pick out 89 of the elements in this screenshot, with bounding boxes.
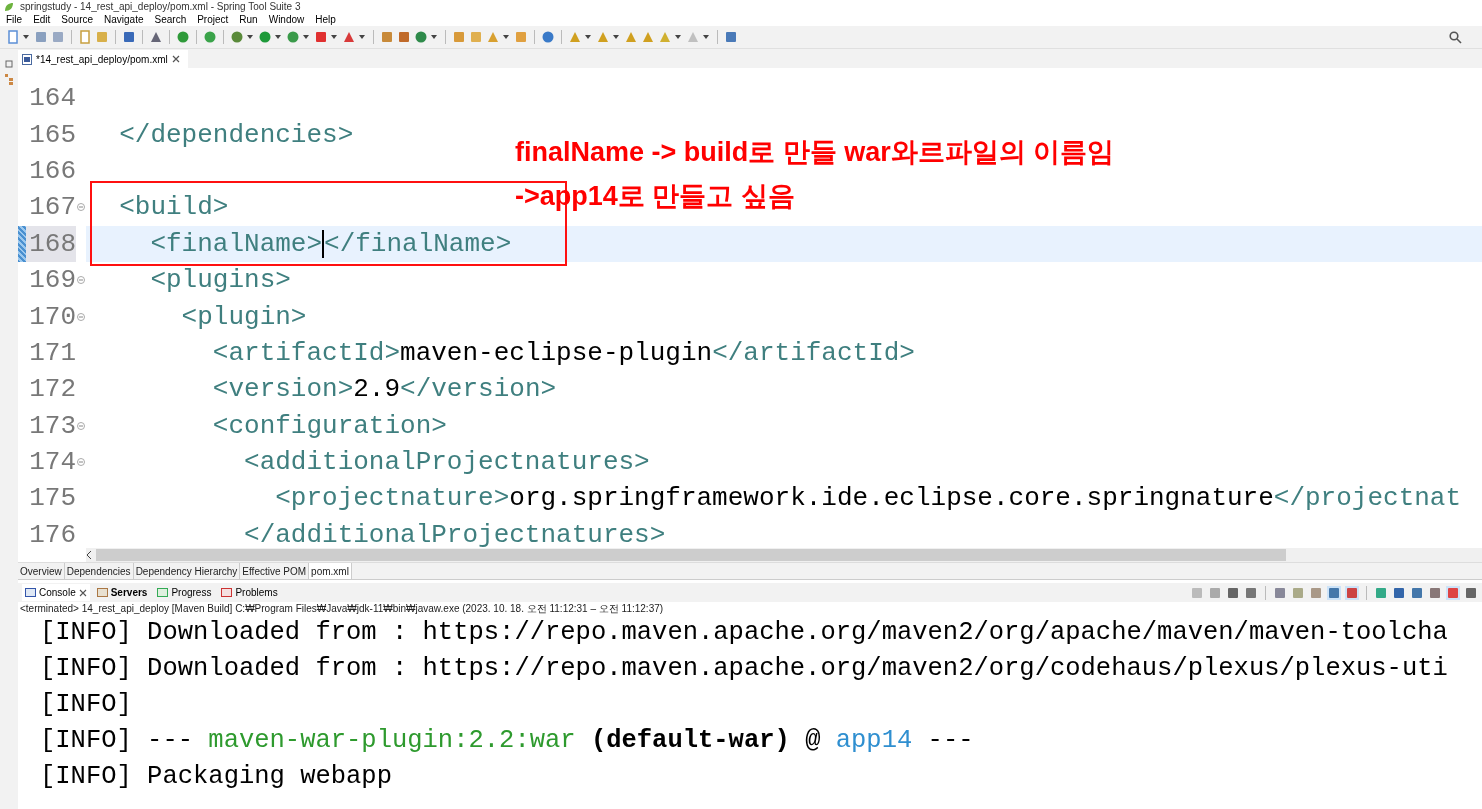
fold-icon[interactable]: [77, 276, 85, 285]
line-number: 170: [28, 300, 76, 334]
menu-item[interactable]: Edit: [33, 14, 51, 25]
code-text: <version>: [211, 374, 354, 405]
dropdown-caret-icon[interactable]: [503, 35, 509, 39]
code-text: <plugin>: [180, 301, 307, 332]
code-text: </dependencies>: [118, 119, 354, 150]
menu-item[interactable]: Project: [197, 14, 229, 25]
fold-icon[interactable]: [77, 458, 85, 467]
line-number: 172: [28, 373, 76, 407]
menu-item[interactable]: Source: [61, 14, 94, 25]
code-text: <plugins>: [149, 265, 291, 296]
search-icon[interactable]: [1449, 30, 1462, 44]
dropdown-caret-icon[interactable]: [331, 35, 337, 39]
console-status: <terminated> 14_rest_api_deploy [Maven Build] C:₩Program Files₩Java₩jdk-11₩bin₩javaw.exe (2023. 10. 18. 오전 11:12:31 – 오전 11:12:37): [19, 602, 665, 615]
line-number: 169: [28, 264, 76, 298]
line-number: 164: [28, 82, 76, 116]
dropdown-caret-icon[interactable]: [613, 35, 619, 39]
fold-icon[interactable]: [77, 312, 85, 321]
console-text: [INFO]: [40, 690, 132, 719]
console-text: @: [804, 726, 822, 755]
view-tab[interactable]: Servers: [93, 584, 151, 601]
menu-item[interactable]: Window: [268, 14, 305, 25]
line-number: 166: [28, 154, 76, 188]
code-text: </projectnat: [1273, 483, 1462, 514]
console-text: [INFO] Packaging webapp: [40, 762, 392, 791]
text-cursor: [322, 229, 325, 258]
window-title: springstudy - 14_rest_api_deploy/pom.xml - Spring Tool Suite 3: [20, 0, 301, 13]
restore-icon[interactable]: [4, 59, 14, 68]
line-number: 165: [28, 118, 76, 152]
dropdown-caret-icon[interactable]: [431, 35, 437, 39]
console-text: app14: [835, 726, 913, 755]
menu-item[interactable]: Run: [239, 14, 258, 25]
console-text: [INFO] Downloaded from : https://repo.maven.apache.org/maven2/org/codehaus/plexus/plexus-uti: [40, 654, 1448, 683]
fold-icon[interactable]: [77, 203, 85, 212]
line-number: 175: [28, 482, 76, 516]
code-text: </artifactId>: [712, 337, 915, 368]
menu-item[interactable]: Search: [154, 14, 187, 25]
dropdown-caret-icon[interactable]: [275, 35, 281, 39]
line-number: 167: [28, 191, 76, 225]
scroll-left-icon[interactable]: [86, 551, 92, 559]
file-icon: [22, 53, 32, 65]
view-tab[interactable]: Console: [22, 584, 90, 601]
code-text: <additionalProjectnatures>: [243, 447, 650, 478]
view-tab[interactable]: Progress: [154, 584, 215, 601]
code-text: org.springframework.ide.eclipse.core.springnature: [509, 483, 1274, 514]
page-tab[interactable]: Dependency Hierarchy: [133, 563, 241, 580]
dropdown-caret-icon[interactable]: [359, 35, 365, 39]
annotation-text: finalName -> build로 만들 war와르파일의 이름임: [515, 136, 1115, 169]
line-number: 173: [28, 409, 76, 443]
outline-icon[interactable]: [4, 74, 14, 85]
code-text: </version>: [400, 374, 557, 405]
code-text: <projectnature>: [274, 483, 510, 514]
line-number: 168: [26, 225, 76, 262]
menu-item[interactable]: Navigate: [104, 14, 144, 25]
line-number: 174: [28, 446, 76, 480]
dropdown-caret-icon[interactable]: [675, 35, 681, 39]
code-text: <configuration>: [211, 410, 447, 441]
menu-item[interactable]: File: [6, 14, 23, 25]
dropdown-caret-icon[interactable]: [703, 35, 709, 39]
dropdown-caret-icon[interactable]: [303, 35, 309, 39]
line-number: 171: [28, 336, 76, 370]
leaf-icon: [4, 1, 14, 12]
code-text: </finalName>: [324, 228, 512, 259]
console-text: [INFO] Downloaded from : https://repo.maven.apache.org/maven2/org/apache/maven/maven-toolcha: [40, 618, 1448, 647]
stop-icon[interactable]: [314, 30, 328, 44]
menu-item[interactable]: Help: [315, 14, 336, 25]
code-text: maven-eclipse-plugin: [400, 337, 713, 368]
fold-icon[interactable]: [77, 421, 85, 430]
page-tab[interactable]: Dependencies: [64, 563, 134, 580]
dropdown-caret-icon[interactable]: [585, 35, 591, 39]
line-number: 176: [28, 518, 76, 548]
view-tab[interactable]: Problems: [218, 584, 281, 601]
code-text: <build>: [118, 192, 229, 223]
editor-tab[interactable]: *14_rest_api_deploy/pom.xml: [18, 50, 188, 68]
page-tab[interactable]: Overview: [18, 563, 65, 580]
console-text: (default-war): [589, 726, 790, 755]
dropdown-caret-icon[interactable]: [247, 35, 253, 39]
code-text: <artifactId>: [211, 337, 401, 368]
tab-title: *14_rest_api_deploy/pom.xml: [36, 53, 168, 65]
horizontal-scrollbar[interactable]: [86, 548, 1482, 562]
code-text: </additionalProjectnatures>: [243, 519, 666, 548]
change-marker: [18, 225, 26, 262]
console-text: [INFO] ---: [40, 726, 195, 755]
console-text: maven-war-plugin:2.2:war: [208, 726, 576, 755]
console-text: ---: [926, 726, 974, 755]
code-text: 2.9: [353, 374, 401, 405]
dropdown-caret-icon[interactable]: [23, 35, 29, 39]
code-text: <finalName>: [149, 228, 323, 259]
